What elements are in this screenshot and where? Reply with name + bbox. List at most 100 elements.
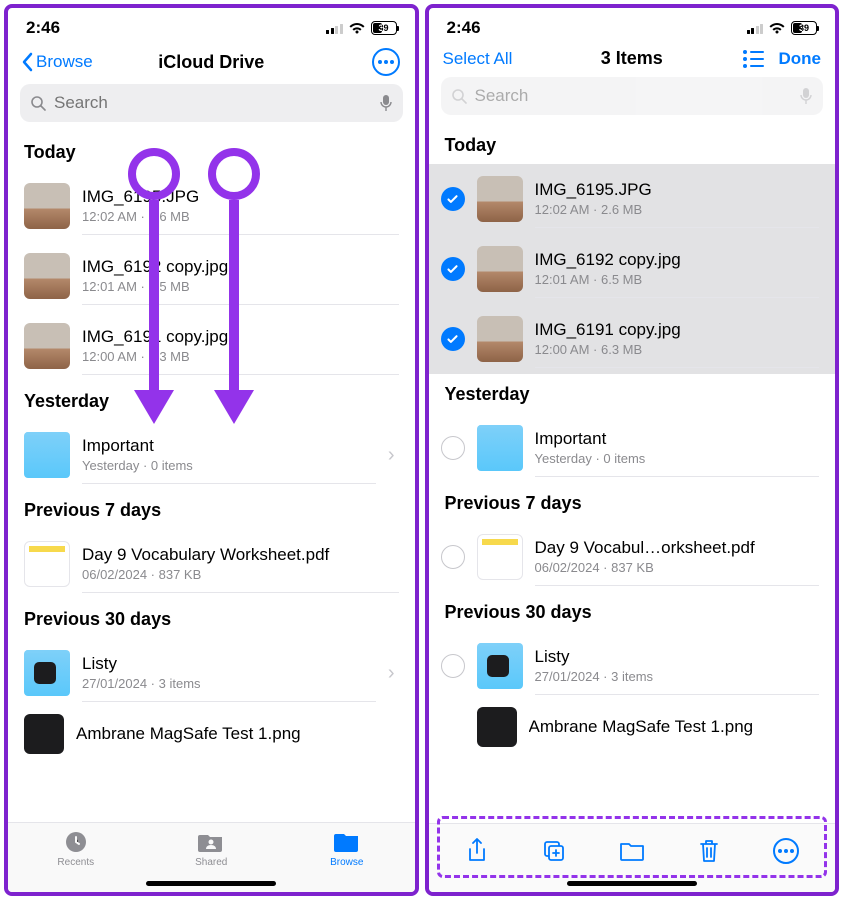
file-thumbnail: [24, 183, 70, 229]
delete-button[interactable]: [694, 836, 724, 866]
file-meta: 12:01 AM · 6.5 MB: [82, 279, 399, 294]
file-row[interactable]: Ambrane MagSafe Test 1.png: [429, 701, 836, 753]
view-toggle-button[interactable]: [743, 50, 764, 68]
folder-icon: [334, 831, 360, 853]
file-thumbnail: [24, 253, 70, 299]
file-name: IMG_6191 copy.jpg: [82, 327, 399, 347]
folder-name: Listy: [82, 654, 376, 674]
file-meta: 12:00 AM · 6.3 MB: [82, 349, 399, 364]
share-icon: [466, 838, 488, 864]
done-button[interactable]: Done: [778, 49, 821, 69]
mic-icon[interactable]: [379, 94, 393, 112]
file-thumbnail: [24, 541, 70, 587]
clock-icon: [64, 830, 88, 854]
cellular-signal-icon: [747, 22, 764, 34]
home-indicator[interactable]: [146, 881, 276, 886]
file-row[interactable]: Day 9 Vocabul…orksheet.pdf 06/02/2024 · 8…: [429, 522, 836, 592]
wifi-icon: [348, 21, 366, 35]
section-header-today: Today: [8, 132, 415, 171]
tab-recents[interactable]: Recents: [8, 829, 144, 868]
search-bar[interactable]: [20, 84, 403, 122]
share-button[interactable]: [462, 836, 492, 866]
select-all-button[interactable]: Select All: [443, 49, 513, 69]
folder-meta: 27/01/2024 · 3 items: [82, 676, 376, 691]
selection-count: 3 Items: [601, 48, 663, 69]
file-thumbnail: [24, 323, 70, 369]
section-header-yesterday: Yesterday: [8, 381, 415, 420]
folder-row[interactable]: Important Yesterday · 0 items: [429, 413, 836, 483]
file-row[interactable]: IMG_6191 copy.jpg 12:00 AM · 6.3 MB: [8, 311, 415, 381]
folder-icon: [477, 425, 523, 471]
folder-name: Important: [82, 436, 376, 456]
folder-row[interactable]: Listy27/01/2024 · 3 items: [429, 631, 836, 701]
folder-name: Important: [535, 429, 820, 449]
checkbox-unchecked-icon[interactable]: [441, 545, 465, 569]
file-row[interactable]: IMG_6195.JPG12:02 AM · 2.6 MB: [8, 171, 415, 241]
file-list[interactable]: Today IMG_6195.JPG12:02 AM · 2.6 MB IMG_…: [8, 132, 415, 822]
file-meta: 06/02/2024 · 837 KB: [82, 567, 399, 582]
search-input: [475, 86, 792, 106]
section-header-prev30: Previous 30 days: [8, 599, 415, 638]
file-list[interactable]: Today IMG_6195.JPG12:02 AM · 2.6 MB IMG_…: [429, 125, 836, 823]
tab-shared[interactable]: Shared: [144, 829, 280, 868]
file-meta: 06/02/2024 · 837 KB: [535, 560, 820, 575]
tab-browse[interactable]: Browse: [279, 829, 415, 868]
search-bar: [441, 77, 824, 115]
folder-outline-icon: [619, 840, 645, 862]
folder-row[interactable]: Listy 27/01/2024 · 3 items ›: [8, 638, 415, 708]
home-indicator[interactable]: [567, 881, 697, 886]
battery-icon: 39: [371, 21, 397, 35]
section-header-prev7: Previous 7 days: [429, 483, 836, 522]
section-header-today: Today: [429, 125, 836, 164]
file-thumbnail: [477, 316, 523, 362]
file-thumbnail: [477, 707, 517, 747]
file-name: Day 9 Vocabulary Worksheet.pdf: [82, 545, 399, 565]
section-header-prev7: Previous 7 days: [8, 490, 415, 529]
phone-left-normal-mode: 2:46 39 Browse iCloud Drive Today IMG_61…: [4, 4, 419, 896]
wifi-icon: [768, 21, 786, 35]
folder-meta: Yesterday · 0 items: [82, 458, 376, 473]
checkbox-checked-icon[interactable]: [441, 187, 465, 211]
file-row[interactable]: Day 9 Vocabulary Worksheet.pdf 06/02/2024…: [8, 529, 415, 599]
folder-meta: Yesterday · 0 items: [535, 451, 820, 466]
search-input[interactable]: [54, 93, 371, 113]
checkbox-checked-icon[interactable]: [441, 257, 465, 281]
nav-bar: Browse iCloud Drive: [8, 42, 415, 84]
file-row-selected[interactable]: IMG_6192 copy.jpg12:01 AM · 6.5 MB: [429, 234, 836, 304]
file-meta: 12:02 AM · 2.6 MB: [535, 202, 820, 217]
more-button[interactable]: [771, 836, 801, 866]
section-header-yesterday: Yesterday: [429, 374, 836, 413]
checkbox-unchecked-icon[interactable]: [441, 436, 465, 460]
mic-icon: [799, 87, 813, 105]
trash-icon: [698, 838, 720, 864]
ellipsis-icon: [378, 60, 394, 64]
file-name: IMG_6192 copy.jpg: [82, 257, 399, 277]
more-menu-button[interactable]: [372, 48, 400, 76]
folder-name: Listy: [535, 647, 820, 667]
duplicate-button[interactable]: [539, 836, 569, 866]
move-button[interactable]: [617, 836, 647, 866]
duplicate-icon: [542, 839, 566, 863]
shared-folder-icon: [198, 831, 224, 853]
file-row[interactable]: IMG_6192 copy.jpg 12:01 AM · 6.5 MB: [8, 241, 415, 311]
file-row-selected[interactable]: IMG_6191 copy.jpg12:00 AM · 6.3 MB: [429, 304, 836, 374]
phone-right-select-mode: 2:46 39 Select All 3 Items Done Today I: [425, 4, 840, 896]
cellular-signal-icon: [326, 22, 343, 34]
file-row[interactable]: Ambrane MagSafe Test 1.png: [8, 708, 415, 760]
ellipsis-icon: [778, 849, 794, 853]
checkbox-checked-icon[interactable]: [441, 327, 465, 351]
status-time: 2:46: [447, 18, 481, 38]
file-name: Ambrane MagSafe Test 1.png: [76, 724, 399, 744]
search-icon: [451, 88, 467, 104]
file-row-selected[interactable]: IMG_6195.JPG12:02 AM · 2.6 MB: [429, 164, 836, 234]
battery-icon: 39: [791, 21, 817, 35]
file-name: Day 9 Vocabul…orksheet.pdf: [535, 538, 820, 558]
checkbox-unchecked-icon[interactable]: [441, 654, 465, 678]
folder-row[interactable]: ImportantYesterday · 0 items ›: [8, 420, 415, 490]
back-button[interactable]: Browse: [22, 52, 93, 72]
file-name: IMG_6192 copy.jpg: [535, 250, 820, 270]
file-thumbnail: [477, 176, 523, 222]
chevron-right-icon: ›: [388, 662, 399, 685]
nav-bar: Select All 3 Items Done: [429, 42, 836, 77]
section-header-prev30: Previous 30 days: [429, 592, 836, 631]
